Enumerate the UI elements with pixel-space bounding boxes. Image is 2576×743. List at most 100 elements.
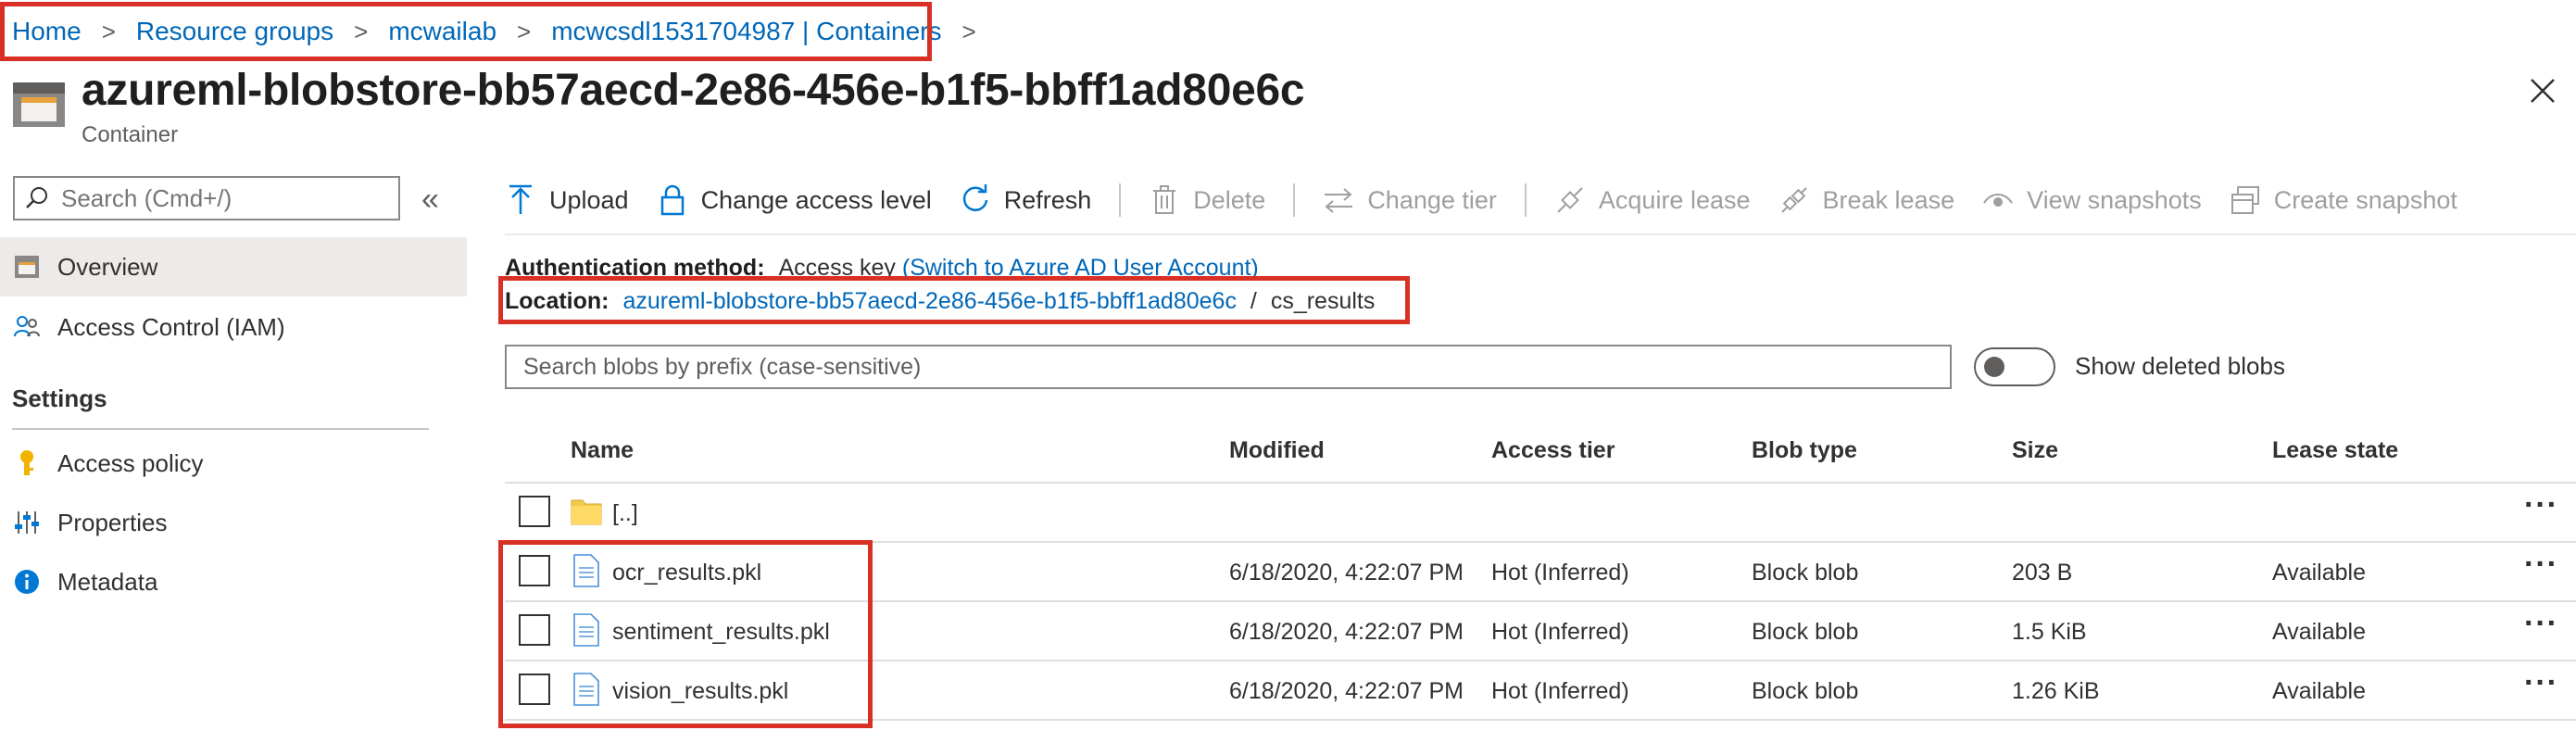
upload-button[interactable]: Upload bbox=[505, 184, 629, 216]
blob-size: 1.26 KiB bbox=[2012, 678, 2100, 704]
sidebar-item-label: Overview bbox=[57, 252, 158, 281]
container-icon bbox=[13, 253, 41, 281]
show-deleted-blobs-toggle[interactable] bbox=[1974, 347, 2055, 386]
change-tier-button[interactable]: Change tier bbox=[1323, 184, 1497, 216]
link-plug-icon bbox=[1554, 184, 1586, 216]
delete-button[interactable]: Delete bbox=[1149, 184, 1265, 216]
break-lease-button[interactable]: Break lease bbox=[1778, 184, 1955, 216]
breadcrumb: Home > Resource groups > mcwailab > mcwc… bbox=[12, 11, 997, 52]
refresh-button[interactable]: Refresh bbox=[960, 184, 1092, 216]
sidebar-item-label: Properties bbox=[57, 508, 168, 536]
table-row-divider bbox=[505, 660, 2576, 661]
toolbar-divider bbox=[505, 233, 2576, 235]
blob-search-input[interactable] bbox=[521, 352, 1915, 382]
blob-size: 203 B bbox=[2012, 560, 2073, 586]
blob-lease-state: Available bbox=[2272, 619, 2367, 645]
sidebar-search[interactable] bbox=[13, 176, 400, 220]
switch-auth-link[interactable]: (Switch to Azure AD User Account) bbox=[902, 255, 1259, 281]
column-header-modified[interactable]: Modified bbox=[1229, 437, 1325, 464]
breadcrumb-resource-groups[interactable]: Resource groups bbox=[136, 17, 333, 46]
breadcrumb-separator: > bbox=[101, 17, 116, 45]
change-access-level-button[interactable]: Change access level bbox=[657, 184, 932, 216]
sidebar-item-label: Access Control (IAM) bbox=[57, 312, 285, 341]
location-label: Location: bbox=[505, 288, 609, 314]
toolbar-separator bbox=[1119, 183, 1122, 217]
snapshot-icon bbox=[2230, 184, 2261, 216]
view-snapshots-button[interactable]: View snapshots bbox=[1982, 184, 2202, 216]
sidebar-item-access-control[interactable]: Access Control (IAM) bbox=[0, 297, 467, 357]
page-subtitle: Container bbox=[82, 122, 179, 147]
column-header-access-tier[interactable]: Access tier bbox=[1491, 437, 1615, 464]
sidebar-item-access-policy[interactable]: Access policy bbox=[0, 434, 467, 493]
column-header-blob-type[interactable]: Blob type bbox=[1752, 437, 1857, 464]
create-snapshot-label: Create snapshot bbox=[2273, 185, 2457, 214]
blob-modified: 6/18/2020, 4:22:07 PM bbox=[1229, 678, 1464, 704]
location-line: Location: azureml-blobstore-bb57aecd-2e8… bbox=[505, 288, 1375, 315]
row-checkbox[interactable] bbox=[519, 674, 550, 705]
blob-access-tier: Hot (Inferred) bbox=[1491, 678, 1629, 704]
column-header-name[interactable]: Name bbox=[571, 437, 634, 464]
acquire-lease-label: Acquire lease bbox=[1598, 185, 1751, 214]
blob-name[interactable]: vision_results.pkl bbox=[612, 678, 788, 705]
swap-arrows-icon bbox=[1323, 184, 1354, 216]
eye-icon bbox=[1982, 184, 2014, 216]
auth-value: Access key bbox=[778, 255, 896, 281]
show-deleted-blobs-label: Show deleted blobs bbox=[2075, 352, 2285, 380]
location-container-link[interactable]: azureml-blobstore-bb57aecd-2e86-456e-b1f… bbox=[622, 288, 1237, 314]
lock-icon bbox=[657, 184, 688, 216]
row-checkbox[interactable] bbox=[519, 496, 550, 527]
sidebar-item-label: Metadata bbox=[57, 567, 158, 596]
blob-type: Block blob bbox=[1752, 619, 1859, 645]
toolbar-separator bbox=[1524, 183, 1527, 217]
breadcrumb-mcwailab[interactable]: mcwailab bbox=[388, 17, 496, 46]
close-icon[interactable] bbox=[2524, 72, 2561, 109]
blob-name[interactable]: ocr_results.pkl bbox=[612, 560, 761, 586]
breadcrumb-storage-containers[interactable]: mcwcsdl1531704987 | Containers bbox=[551, 17, 941, 46]
blob-lease-state: Available bbox=[2272, 678, 2367, 704]
row-more-actions[interactable]: ··· bbox=[2524, 487, 2558, 523]
info-icon bbox=[13, 568, 41, 596]
blob-access-tier: Hot (Inferred) bbox=[1491, 560, 1629, 586]
row-more-actions[interactable]: ··· bbox=[2524, 665, 2558, 701]
upload-icon bbox=[505, 184, 536, 216]
blob-type: Block blob bbox=[1752, 560, 1859, 586]
acquire-lease-button[interactable]: Acquire lease bbox=[1554, 184, 1751, 216]
upload-label: Upload bbox=[549, 185, 629, 214]
row-more-actions[interactable]: ··· bbox=[2524, 606, 2558, 642]
location-folder: cs_results bbox=[1270, 288, 1376, 314]
sidebar-item-properties[interactable]: Properties bbox=[0, 493, 467, 552]
column-header-size[interactable]: Size bbox=[2012, 437, 2058, 464]
row-more-actions[interactable]: ··· bbox=[2524, 547, 2558, 583]
delete-label: Delete bbox=[1193, 185, 1266, 214]
sidebar-item-label: Access policy bbox=[57, 448, 204, 477]
blob-search-box[interactable] bbox=[505, 345, 1952, 389]
break-lease-label: Break lease bbox=[1822, 185, 1955, 214]
breadcrumb-separator: > bbox=[961, 17, 976, 45]
sliders-icon bbox=[13, 509, 41, 536]
blob-access-tier: Hot (Inferred) bbox=[1491, 619, 1629, 645]
column-header-lease-state[interactable]: Lease state bbox=[2272, 437, 2398, 464]
sidebar-item-overview[interactable]: Overview bbox=[0, 237, 467, 296]
blob-size: 1.5 KiB bbox=[2012, 619, 2087, 645]
file-icon bbox=[573, 673, 599, 706]
auth-label: Authentication method: bbox=[505, 255, 765, 281]
blob-type: Block blob bbox=[1752, 678, 1859, 704]
authentication-method-line: Authentication method: Access key (Switc… bbox=[505, 255, 1259, 282]
parent-folder-link[interactable]: [..] bbox=[612, 500, 638, 527]
row-checkbox[interactable] bbox=[519, 614, 550, 646]
breadcrumb-home[interactable]: Home bbox=[12, 17, 82, 46]
toolbar-separator bbox=[1293, 183, 1296, 217]
collapse-sidebar-button[interactable]: « bbox=[421, 182, 439, 218]
blob-modified: 6/18/2020, 4:22:07 PM bbox=[1229, 560, 1464, 586]
toggle-knob bbox=[1984, 357, 2004, 377]
blob-lease-state: Available bbox=[2272, 560, 2367, 586]
sidebar-item-metadata[interactable]: Metadata bbox=[0, 552, 467, 611]
blob-name[interactable]: sentiment_results.pkl bbox=[612, 619, 830, 646]
row-checkbox[interactable] bbox=[519, 555, 550, 586]
sidebar-search-input[interactable] bbox=[59, 183, 378, 214]
create-snapshot-button[interactable]: Create snapshot bbox=[2230, 184, 2457, 216]
change-access-level-label: Change access level bbox=[700, 185, 932, 214]
sidebar-section-settings: Settings bbox=[12, 384, 107, 412]
change-tier-label: Change tier bbox=[1367, 185, 1497, 214]
refresh-label: Refresh bbox=[1003, 185, 1092, 214]
